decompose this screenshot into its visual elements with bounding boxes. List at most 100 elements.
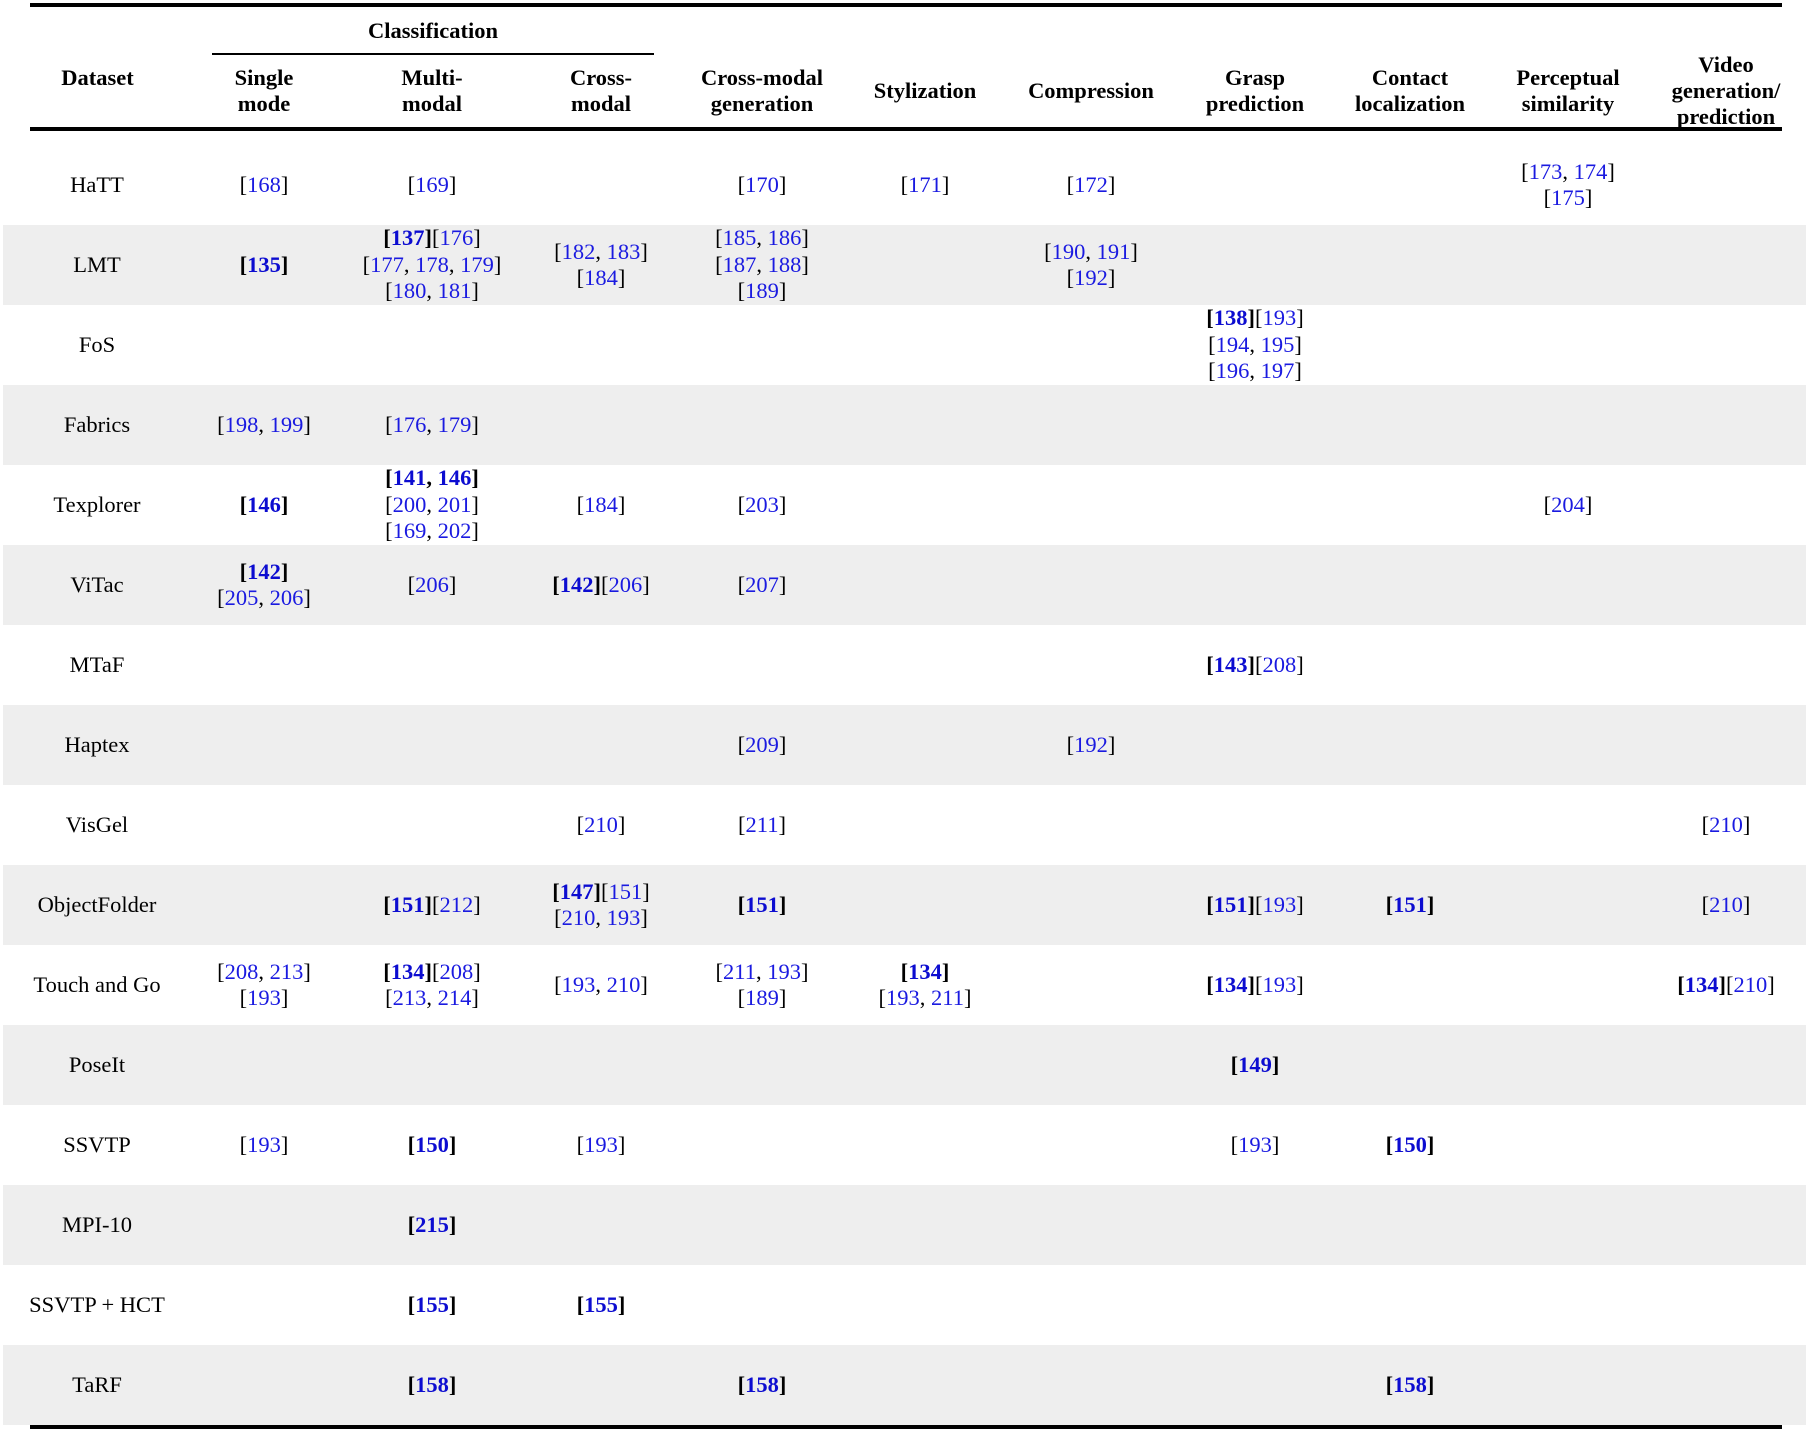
citation-link[interactable]: 146 xyxy=(247,492,281,517)
citation-link[interactable]: 181 xyxy=(438,278,472,303)
citation-link[interactable]: 184 xyxy=(584,492,618,517)
citation-link[interactable]: 158 xyxy=(1393,1372,1427,1397)
citation-link[interactable]: 183 xyxy=(607,239,641,264)
citation-link[interactable]: 172 xyxy=(1074,172,1108,197)
citation-link[interactable]: 212 xyxy=(440,892,474,917)
citation-link[interactable]: 193 xyxy=(1263,972,1297,997)
citation-link[interactable]: 134 xyxy=(1685,972,1719,997)
citation-link[interactable]: 210 xyxy=(1709,812,1743,837)
citation-link[interactable]: 213 xyxy=(270,959,304,984)
citation-link[interactable]: 208 xyxy=(440,959,474,984)
citation-link[interactable]: 179 xyxy=(438,412,472,437)
citation-link[interactable]: 190 xyxy=(1052,239,1086,264)
citation-link[interactable]: 188 xyxy=(768,252,802,277)
citation-link[interactable]: 193 xyxy=(247,985,281,1010)
citation-link[interactable]: 211 xyxy=(746,812,779,837)
citation-link[interactable]: 158 xyxy=(745,1372,779,1397)
citation-link[interactable]: 210 xyxy=(1709,892,1743,917)
citation-link[interactable]: 215 xyxy=(415,1212,449,1237)
citation-link[interactable]: 193 xyxy=(886,985,920,1010)
citation-link[interactable]: 198 xyxy=(225,412,259,437)
citation-link[interactable]: 199 xyxy=(270,412,304,437)
citation-link[interactable]: 196 xyxy=(1216,358,1250,383)
citation-link[interactable]: 143 xyxy=(1214,652,1248,677)
citation-link[interactable]: 193 xyxy=(1263,305,1297,330)
citation-link[interactable]: 206 xyxy=(415,572,449,597)
citation-link[interactable]: 210 xyxy=(1734,972,1768,997)
citation-link[interactable]: 151 xyxy=(1214,892,1248,917)
citation-link[interactable]: 193 xyxy=(607,905,641,930)
citation-link[interactable]: 135 xyxy=(247,252,281,277)
citation-link[interactable]: 134 xyxy=(908,959,942,984)
citation-link[interactable]: 203 xyxy=(745,492,779,517)
citation-link[interactable]: 169 xyxy=(393,518,427,543)
citation-link[interactable]: 150 xyxy=(1393,1132,1427,1157)
citation-link[interactable]: 207 xyxy=(745,572,779,597)
citation-link[interactable]: 137 xyxy=(391,225,425,250)
citation-link[interactable]: 193 xyxy=(562,972,596,997)
citation-link[interactable]: 193 xyxy=(1263,892,1297,917)
citation-link[interactable]: 155 xyxy=(584,1292,618,1317)
citation-link[interactable]: 177 xyxy=(370,252,404,277)
citation-link[interactable]: 195 xyxy=(1261,332,1295,357)
citation-link[interactable]: 200 xyxy=(393,492,427,517)
citation-link[interactable]: 168 xyxy=(247,172,281,197)
citation-link[interactable]: 214 xyxy=(438,985,472,1010)
citation-link[interactable]: 134 xyxy=(1214,972,1248,997)
citation-link[interactable]: 193 xyxy=(1238,1132,1272,1157)
citation-link[interactable]: 182 xyxy=(562,239,596,264)
citation-link[interactable]: 194 xyxy=(1216,332,1250,357)
citation-link[interactable]: 149 xyxy=(1238,1052,1272,1077)
citation-link[interactable]: 209 xyxy=(745,732,779,757)
citation-link[interactable]: 201 xyxy=(438,492,472,517)
citation-link[interactable]: 206 xyxy=(609,572,643,597)
citation-link[interactable]: 176 xyxy=(440,225,474,250)
citation-link[interactable]: 173 xyxy=(1529,159,1563,184)
citation-link[interactable]: 138 xyxy=(1214,305,1248,330)
citation-link[interactable]: 151 xyxy=(1393,892,1427,917)
citation-link[interactable]: 179 xyxy=(460,252,494,277)
citation-link[interactable]: 186 xyxy=(768,225,802,250)
citation-link[interactable]: 189 xyxy=(745,278,779,303)
citation-link[interactable]: 142 xyxy=(560,572,594,597)
citation-link[interactable]: 151 xyxy=(609,879,643,904)
citation-link[interactable]: 180 xyxy=(393,278,427,303)
citation-link[interactable]: 185 xyxy=(723,225,757,250)
citation-link[interactable]: 142 xyxy=(247,559,281,584)
citation-link[interactable]: 204 xyxy=(1551,492,1585,517)
citation-link[interactable]: 184 xyxy=(584,265,618,290)
citation-link[interactable]: 151 xyxy=(391,892,425,917)
citation-link[interactable]: 134 xyxy=(391,959,425,984)
citation-link[interactable]: 210 xyxy=(584,812,618,837)
citation-link[interactable]: 208 xyxy=(1263,652,1297,677)
citation-link[interactable]: 176 xyxy=(393,412,427,437)
citation-link[interactable]: 206 xyxy=(270,585,304,610)
citation-link[interactable]: 193 xyxy=(247,1132,281,1157)
citation-link[interactable]: 147 xyxy=(560,879,594,904)
citation-link[interactable]: 213 xyxy=(393,985,427,1010)
citation-link[interactable]: 211 xyxy=(723,959,756,984)
citation-link[interactable]: 197 xyxy=(1261,358,1295,383)
citation-link[interactable]: 150 xyxy=(415,1132,449,1157)
citation-link[interactable]: 189 xyxy=(745,985,779,1010)
citation-link[interactable]: 170 xyxy=(745,172,779,197)
citation-link[interactable]: 210 xyxy=(607,972,641,997)
citation-link[interactable]: 178 xyxy=(415,252,449,277)
citation-link[interactable]: 169 xyxy=(415,172,449,197)
citation-link[interactable]: 205 xyxy=(225,585,259,610)
citation-link[interactable]: 193 xyxy=(584,1132,618,1157)
citation-link[interactable]: 191 xyxy=(1097,239,1131,264)
citation-link[interactable]: 158 xyxy=(415,1372,449,1397)
citation-link[interactable]: 174 xyxy=(1574,159,1608,184)
citation-link[interactable]: 187 xyxy=(723,252,757,277)
citation-link[interactable]: 210 xyxy=(562,905,596,930)
citation-link[interactable]: 151 xyxy=(745,892,779,917)
citation-link[interactable]: 192 xyxy=(1074,732,1108,757)
citation-link[interactable]: 208 xyxy=(225,959,259,984)
citation-link[interactable]: 175 xyxy=(1551,185,1585,210)
citation-link[interactable]: 146 xyxy=(438,465,472,490)
citation-link[interactable]: 202 xyxy=(438,518,472,543)
citation-link[interactable]: 141 xyxy=(393,465,427,490)
citation-link[interactable]: 193 xyxy=(767,959,801,984)
citation-link[interactable]: 192 xyxy=(1074,265,1108,290)
